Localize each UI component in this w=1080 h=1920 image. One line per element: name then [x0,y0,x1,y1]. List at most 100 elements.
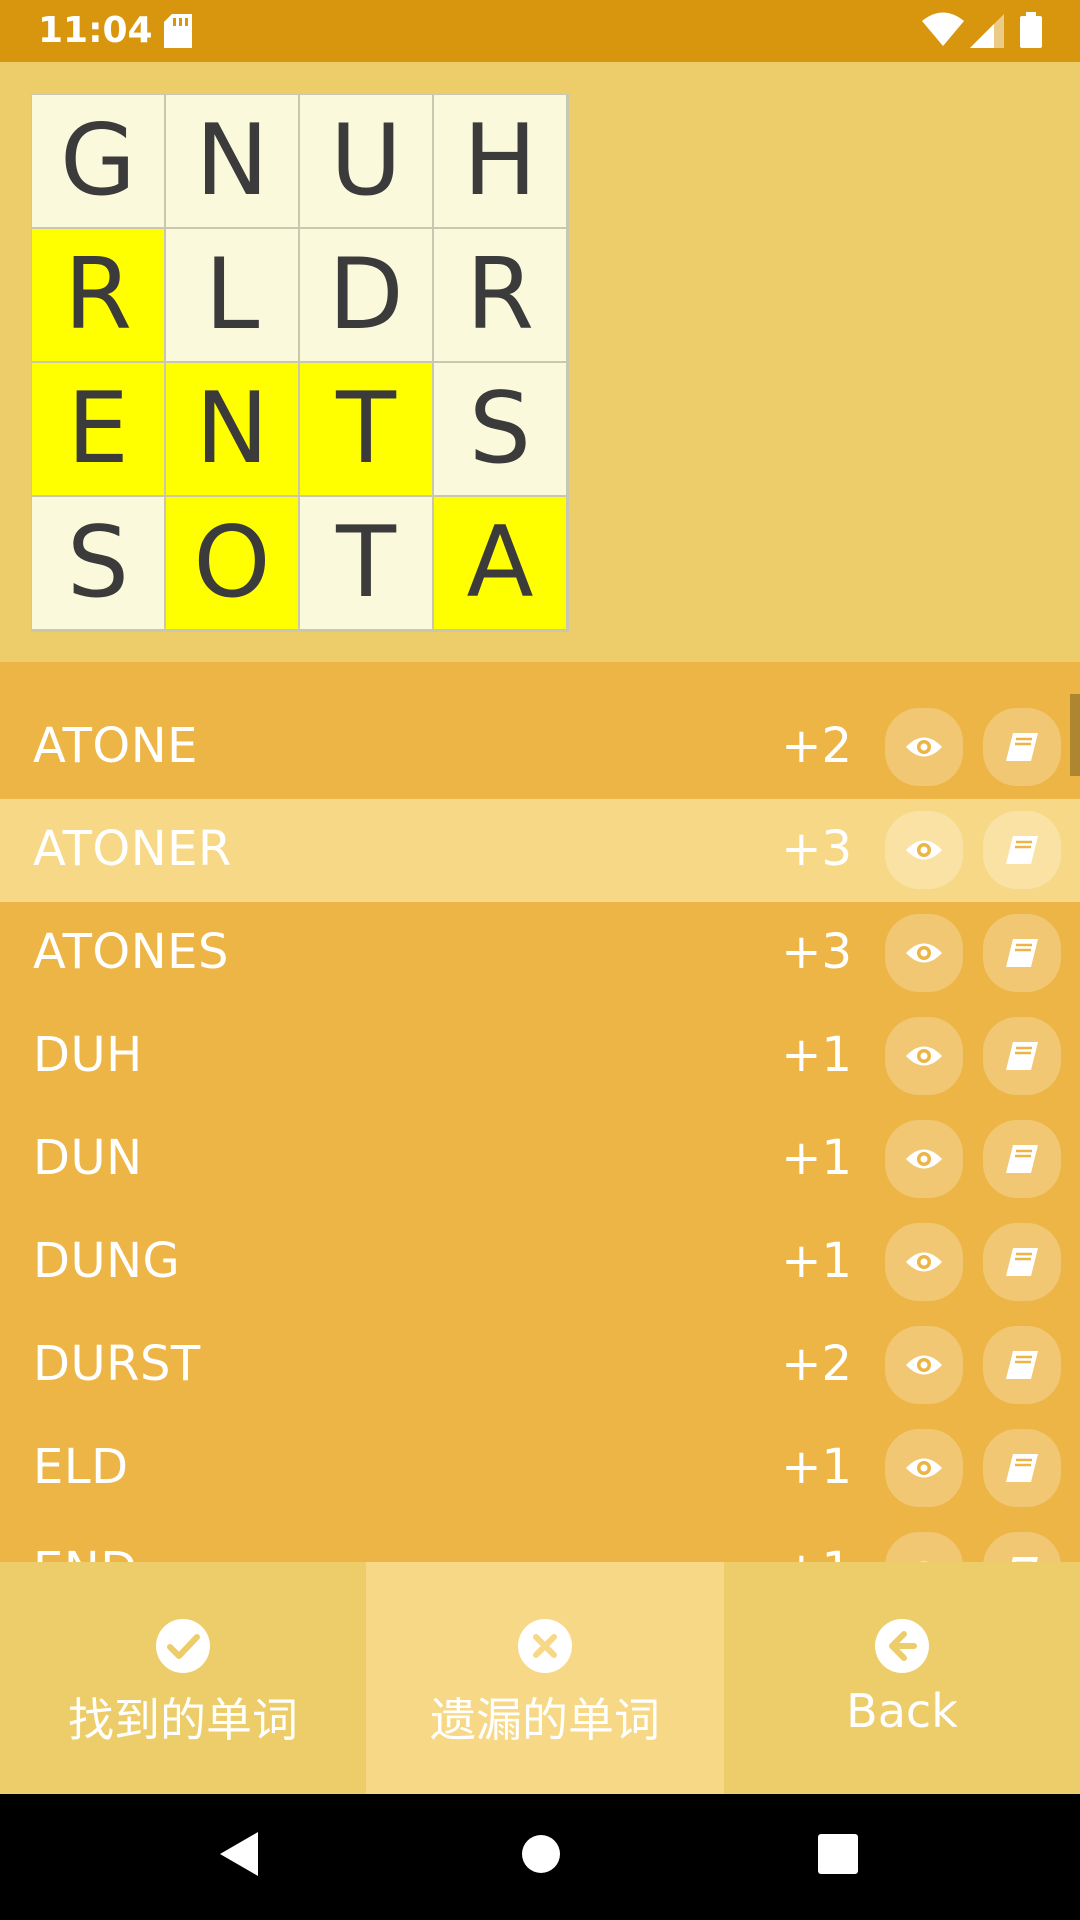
word-row[interactable]: DUH +1 [0,1005,1080,1108]
tab-missed-words-label: 遗漏的单词 [430,1693,660,1747]
eye-icon [905,1352,943,1378]
view-word-button[interactable] [885,811,963,889]
book-icon [1005,1247,1039,1277]
letter-cell[interactable]: G [31,94,165,228]
word-points: +1 [781,1130,852,1186]
view-word-button[interactable] [885,1223,963,1301]
book-icon [1005,938,1039,968]
dictionary-button[interactable] [983,708,1061,786]
system-back-icon[interactable] [218,1830,260,1882]
word-text: ATONER [33,821,232,877]
letter-cell[interactable]: T [299,362,433,496]
eye-icon [905,940,943,966]
book-icon [1005,835,1039,865]
dictionary-button[interactable] [983,1120,1061,1198]
dictionary-button[interactable] [983,1326,1061,1404]
word-text: END [33,1542,138,1562]
dictionary-button[interactable] [983,811,1061,889]
letter-cell[interactable]: D [299,228,433,362]
tab-found-words[interactable]: 找到的单词 [0,1562,366,1794]
dictionary-button[interactable] [983,914,1061,992]
word-text: DURST [33,1336,201,1392]
dictionary-button[interactable] [983,1017,1061,1095]
signal-icon [970,14,1004,52]
view-word-button[interactable] [885,708,963,786]
letter-cell[interactable]: E [31,362,165,496]
system-recents-icon[interactable] [818,1830,858,1882]
word-text: DUH [33,1027,143,1083]
word-text: ELD [33,1439,129,1495]
word-points: +3 [781,924,852,980]
letter-cell[interactable]: H [433,94,567,228]
letter-cell[interactable]: U [299,94,433,228]
book-icon [1005,1144,1039,1174]
bottom-nav: 找到的单词 遗漏的单词 Back [0,1562,1080,1794]
word-row[interactable]: END +1 [0,1520,1080,1562]
word-points: +1 [781,1542,852,1562]
book-icon [1005,1453,1039,1483]
back-arrow-circle-icon [874,1618,930,1678]
view-word-button[interactable] [885,1429,963,1507]
battery-icon [1020,12,1042,52]
letter-grid: GNUHRLDRENTSSOTA [31,94,569,632]
wifi-icon [922,12,964,50]
view-word-button[interactable] [885,914,963,992]
view-word-button[interactable] [885,1326,963,1404]
eye-icon [905,837,943,863]
eye-icon [905,1249,943,1275]
word-row[interactable]: DUNG +1 [0,1211,1080,1314]
word-row[interactable]: ATONER +3 [0,799,1080,902]
sd-card-icon [164,14,192,52]
letter-cell[interactable]: S [31,496,165,630]
view-word-button[interactable] [885,1017,963,1095]
book-icon [1005,1041,1039,1071]
book-icon [1005,732,1039,762]
word-points: +2 [781,718,852,774]
word-points: +1 [781,1027,852,1083]
book-icon [1005,1350,1039,1380]
status-bar: 11:04 [0,0,1080,62]
letter-cell[interactable]: T [299,496,433,630]
check-circle-icon [155,1618,211,1678]
word-text: ATONES [33,924,229,980]
letter-cell[interactable]: N [165,362,299,496]
system-nav-bar [0,1794,1080,1920]
letter-cell[interactable]: S [433,362,567,496]
word-points: +2 [781,1336,852,1392]
letter-cell[interactable]: L [165,228,299,362]
letter-cell[interactable]: R [31,228,165,362]
word-row[interactable]: DUN +1 [0,1108,1080,1211]
word-text: DUNG [33,1233,181,1289]
word-points: +1 [781,1233,852,1289]
word-list[interactable]: ATONE +2 ATONER +3 ATONES +3 DUH +1 DUN +1 DUNG +1 D… [0,662,1080,1562]
view-word-button[interactable] [885,1120,963,1198]
system-home-icon[interactable] [521,1830,561,1882]
letter-cell[interactable]: N [165,94,299,228]
word-points: +3 [781,821,852,877]
letter-cell[interactable]: O [165,496,299,630]
word-row[interactable]: ATONE +2 [0,696,1080,799]
letter-cell[interactable]: R [433,228,567,362]
tab-missed-words[interactable]: 遗漏的单词 [366,1562,724,1794]
board-area: GNUHRLDRENTSSOTA [0,62,1080,662]
word-row[interactable]: DURST +2 [0,1314,1080,1417]
word-text: DUN [33,1130,143,1186]
tab-found-words-label: 找到的单词 [68,1693,298,1747]
eye-icon [905,734,943,760]
dictionary-button[interactable] [983,1532,1061,1562]
eye-icon [905,1455,943,1481]
eye-icon [905,1146,943,1172]
status-time: 11:04 [38,10,153,51]
word-row[interactable]: ATONES +3 [0,902,1080,1005]
dictionary-button[interactable] [983,1223,1061,1301]
tab-back[interactable]: Back [724,1562,1080,1794]
word-points: +1 [781,1439,852,1495]
eye-icon [905,1043,943,1069]
view-word-button[interactable] [885,1532,963,1562]
dictionary-button[interactable] [983,1429,1061,1507]
x-circle-icon [517,1618,573,1678]
letter-cell[interactable]: A [433,496,567,630]
word-text: ATONE [33,718,198,774]
tab-back-label: Back [846,1684,958,1738]
word-row[interactable]: ELD +1 [0,1417,1080,1520]
